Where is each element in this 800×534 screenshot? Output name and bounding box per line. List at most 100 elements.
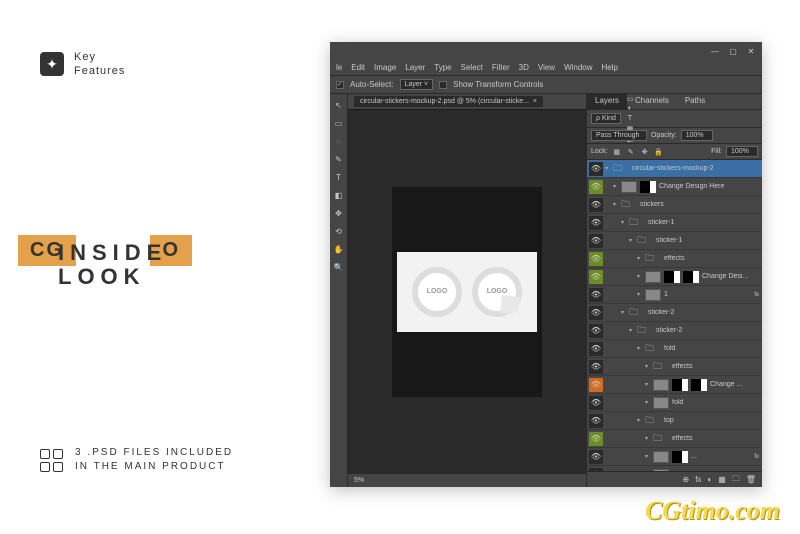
panel-footer-button[interactable]: ⊕ [683,475,690,484]
expand-arrow[interactable]: ▾ [637,273,645,280]
visibility-toggle[interactable]: 👁 [589,432,603,446]
visibility-toggle[interactable]: 👁 [589,324,603,338]
visibility-toggle[interactable]: 👁 [589,234,603,248]
expand-arrow[interactable]: ▾ [645,399,653,406]
visibility-toggle[interactable]: 👁 [589,180,603,194]
filter-icon[interactable]: T [625,114,635,124]
tool-0[interactable]: ↖ [332,98,346,112]
visibility-toggle[interactable]: 👁 [589,162,603,176]
expand-arrow[interactable]: ▾ [605,165,613,172]
layer-name[interactable]: sticker-2 [656,327,762,334]
mask-thumb[interactable] [683,271,699,283]
layer-row[interactable]: 👁▾🗀effects [587,430,762,448]
expand-arrow[interactable]: ▾ [637,345,645,352]
panel-tab-layers[interactable]: Layers [587,94,627,109]
tool-4[interactable]: T [332,170,346,184]
auto-select-dropdown[interactable]: Layer ˅ [400,79,434,90]
fx-badge[interactable]: fx [754,292,759,298]
expand-arrow[interactable]: ▾ [637,255,645,262]
layer-name[interactable]: effects [672,363,762,370]
visibility-toggle[interactable]: 👁 [589,414,603,428]
fill-input[interactable]: 100% [726,146,758,157]
mask-thumb[interactable] [640,181,656,193]
visibility-toggle[interactable]: 👁 [589,270,603,284]
visibility-toggle[interactable]: 👁 [589,306,603,320]
menu-filter[interactable]: Filter [492,63,510,72]
layer-name[interactable]: Change Desi... [702,273,762,280]
mask-thumb[interactable] [664,271,680,283]
layer-name[interactable]: sticker-1 [648,219,762,226]
expand-arrow[interactable]: ▾ [629,327,637,334]
layer-name[interactable]: circular-stickers-mockup-2 [632,165,762,172]
menu-select[interactable]: Select [461,63,483,72]
mask-thumb[interactable] [672,379,688,391]
layer-name[interactable]: Change Design Here [659,183,762,190]
tool-2[interactable]: ◌ [332,134,346,148]
layer-name[interactable]: ... [691,453,754,460]
layer-list[interactable]: 👁▾🗀circular-stickers-mockup-2👁▾Change De… [587,160,762,471]
minimize-button[interactable]: — [710,46,720,56]
layer-row[interactable]: 👁▾🗀sticker-2 [587,322,762,340]
panel-footer-button[interactable]: 🗀 [732,473,740,487]
menu-window[interactable]: Window [564,63,592,72]
menu-edit[interactable]: Edit [351,63,365,72]
layer-row[interactable]: 👁▾🗀fold [587,340,762,358]
expand-arrow[interactable]: ▾ [621,309,629,316]
layer-row[interactable]: 👁▾Change ... [587,376,762,394]
visibility-toggle[interactable]: 👁 [589,450,603,464]
layer-row[interactable]: 👁 ▾ Change Design Here [587,178,762,196]
layer-row[interactable]: 👁▾🗀sticker-1 [587,232,762,250]
panel-footer-button[interactable]: 🗑 [746,475,756,484]
menu-le[interactable]: le [336,63,342,72]
auto-select-checkbox[interactable] [336,81,344,89]
layer-row[interactable]: 👁▾🗀effects [587,358,762,376]
expand-arrow[interactable]: ▾ [613,183,621,190]
show-transform-checkbox[interactable] [439,81,447,89]
layer-row[interactable]: 👁 ▾ Change Desi... [587,268,762,286]
visibility-toggle[interactable]: 👁 [589,378,603,392]
mask-thumb[interactable] [672,451,688,463]
layer-row[interactable]: 👁▾🗀sticker-2 [587,304,762,322]
menu-help[interactable]: Help [602,63,618,72]
layer-name[interactable]: 1 [664,291,754,298]
expand-arrow[interactable]: ▾ [629,237,637,244]
tool-8[interactable]: ✋ [332,242,346,256]
layer-name[interactable]: stickers [640,201,762,208]
expand-arrow[interactable]: ▾ [645,363,653,370]
layer-row[interactable]: 👁▾🗀circular-stickers-mockup-2 [587,160,762,178]
visibility-toggle[interactable]: 👁 [589,396,603,410]
tool-3[interactable]: ✎ [332,152,346,166]
menu-layer[interactable]: Layer [405,63,425,72]
layer-row[interactable]: 👁▾🗀top [587,412,762,430]
lock-position-icon[interactable]: ✥ [640,147,650,157]
visibility-toggle[interactable]: 👁 [589,288,603,302]
panel-footer-button[interactable]: ▦ [718,475,726,484]
layer-name[interactable]: sticker-2 [648,309,762,316]
fx-badge[interactable]: fx [754,454,759,460]
filter-icon[interactable]: ◐ [625,104,635,114]
layer-name[interactable]: fold [664,345,762,352]
menu-image[interactable]: Image [374,63,396,72]
filter-icon[interactable]: ▭ [625,94,635,104]
expand-arrow[interactable]: ▾ [637,291,645,298]
blend-mode-dropdown[interactable]: Pass Through [591,130,647,141]
tool-6[interactable]: ✥ [332,206,346,220]
menu-view[interactable]: View [538,63,555,72]
lock-transparency-icon[interactable]: ▦ [612,147,622,157]
visibility-toggle[interactable]: 👁 [589,360,603,374]
close-button[interactable]: ✕ [746,46,756,56]
visibility-toggle[interactable]: 👁 [589,342,603,356]
layer-name[interactable]: top [664,417,762,424]
opacity-input[interactable]: 100% [681,130,713,141]
tool-7[interactable]: ⟲ [332,224,346,238]
maximize-button[interactable]: ▢ [728,46,738,56]
canvas[interactable]: LOGO LOGO [348,110,586,473]
tool-9[interactable]: 🔍 [332,260,346,274]
layer-name[interactable]: sticker-1 [656,237,762,244]
panel-footer-button[interactable]: fx [695,475,701,484]
tool-1[interactable]: ▭ [332,116,346,130]
expand-arrow[interactable]: ▾ [645,435,653,442]
layer-name[interactable]: fold [672,399,762,406]
expand-arrow[interactable]: ▾ [645,381,653,388]
tool-5[interactable]: ◧ [332,188,346,202]
